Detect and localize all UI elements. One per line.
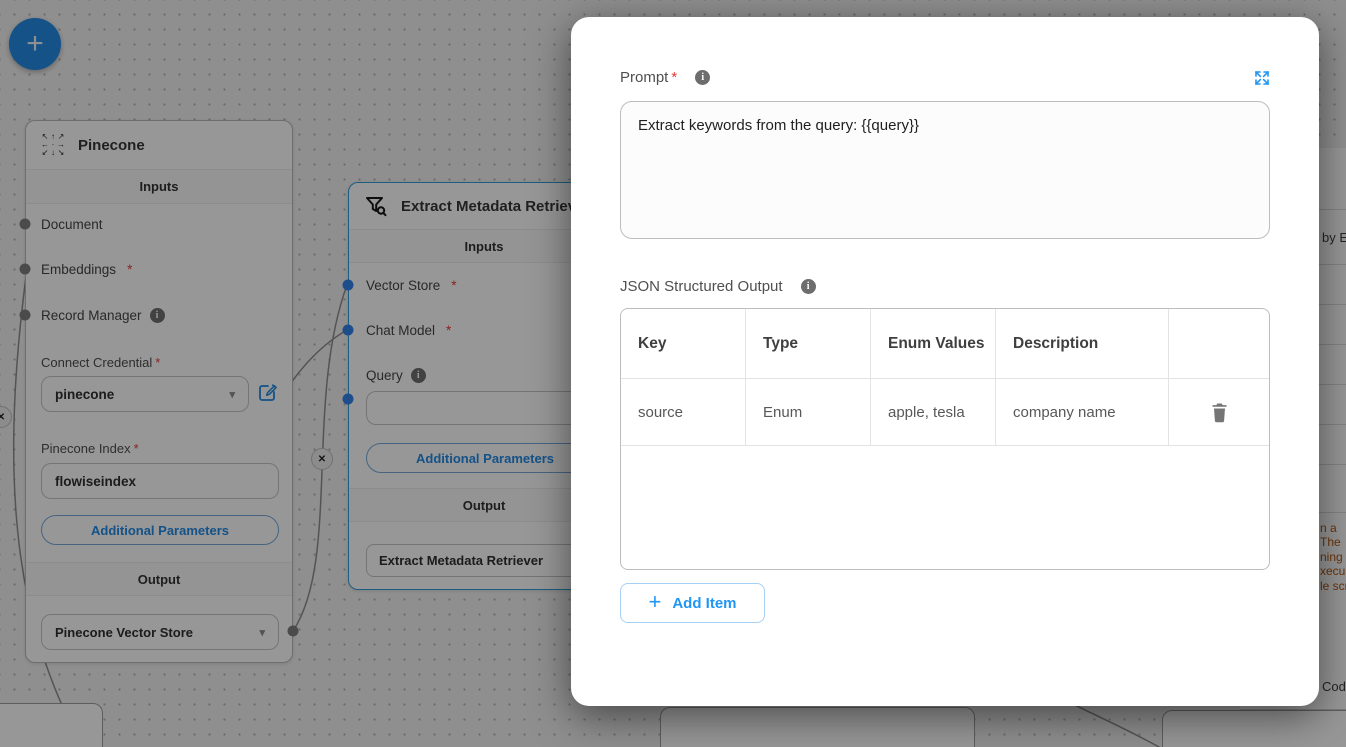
prompt-textarea[interactable]: Extract keywords from the query: {{query… — [620, 101, 1270, 239]
flow-editor: + ↖↑↗ ←·→ ↙↓↘ Pinecone Inputs Document E… — [0, 0, 1346, 747]
prompt-label: Prompt* i — [620, 69, 710, 86]
add-item-button[interactable]: + Add Item — [620, 583, 765, 623]
info-icon[interactable]: i — [695, 70, 710, 85]
plus-icon: + — [648, 591, 661, 613]
cell-enum-values: apple, tesla — [871, 379, 996, 446]
expand-icon[interactable] — [1254, 70, 1270, 86]
cell-description: company name — [996, 379, 1169, 446]
cell-key: source — [621, 379, 746, 446]
table-header-row: Key Type Enum Values Description — [621, 309, 1269, 379]
prompt-config-dialog: Prompt* i Extract keywords from the quer… — [571, 17, 1319, 706]
info-icon[interactable]: i — [801, 279, 816, 294]
header-type: Type — [746, 309, 871, 379]
cell-type: Enum — [746, 379, 871, 446]
table-row: source Enum apple, tesla company name — [621, 379, 1269, 446]
delete-row-icon[interactable] — [1210, 402, 1229, 423]
json-output-table: Key Type Enum Values Description source … — [620, 308, 1270, 570]
json-structured-output-label: JSON Structured Output i — [620, 278, 816, 295]
header-key: Key — [621, 309, 746, 379]
required-mark: * — [671, 69, 677, 86]
header-actions — [1169, 309, 1269, 379]
header-description: Description — [996, 309, 1169, 379]
header-enum-values: Enum Values — [871, 309, 996, 379]
